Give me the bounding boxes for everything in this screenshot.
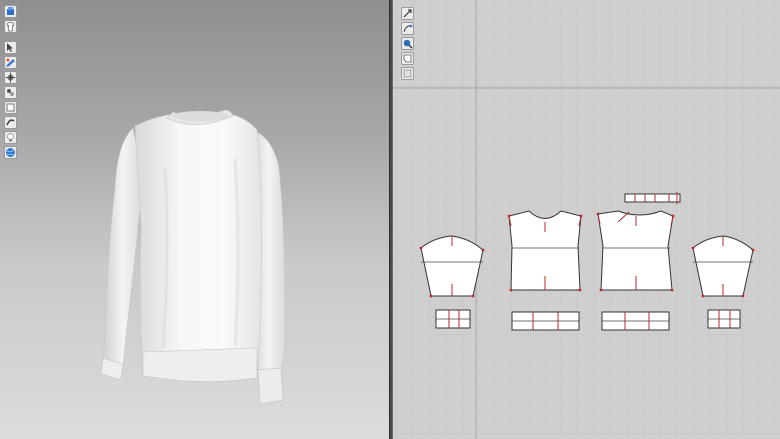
- fit-icon[interactable]: [4, 86, 17, 99]
- layer-icon[interactable]: [4, 101, 17, 114]
- garment-icon[interactable]: [4, 20, 17, 33]
- globe-icon[interactable]: [4, 146, 17, 159]
- 3d-viewport[interactable]: [0, 0, 389, 439]
- pattern-pieces: [419, 192, 755, 331]
- 2d-pattern-viewport[interactable]: [393, 0, 780, 439]
- lighting-icon[interactable]: [4, 131, 17, 144]
- strengthen-icon[interactable]: [4, 116, 17, 129]
- pattern-piece-neck-band: [624, 193, 681, 203]
- avatar-icon[interactable]: [4, 5, 17, 18]
- 3d-toolbar: [4, 5, 17, 159]
- sweatshirt-3d-model[interactable]: [95, 108, 305, 408]
- transform-icon[interactable]: [4, 71, 17, 84]
- pointer-icon[interactable]: [4, 41, 17, 54]
- texture-icon[interactable]: [4, 56, 17, 69]
